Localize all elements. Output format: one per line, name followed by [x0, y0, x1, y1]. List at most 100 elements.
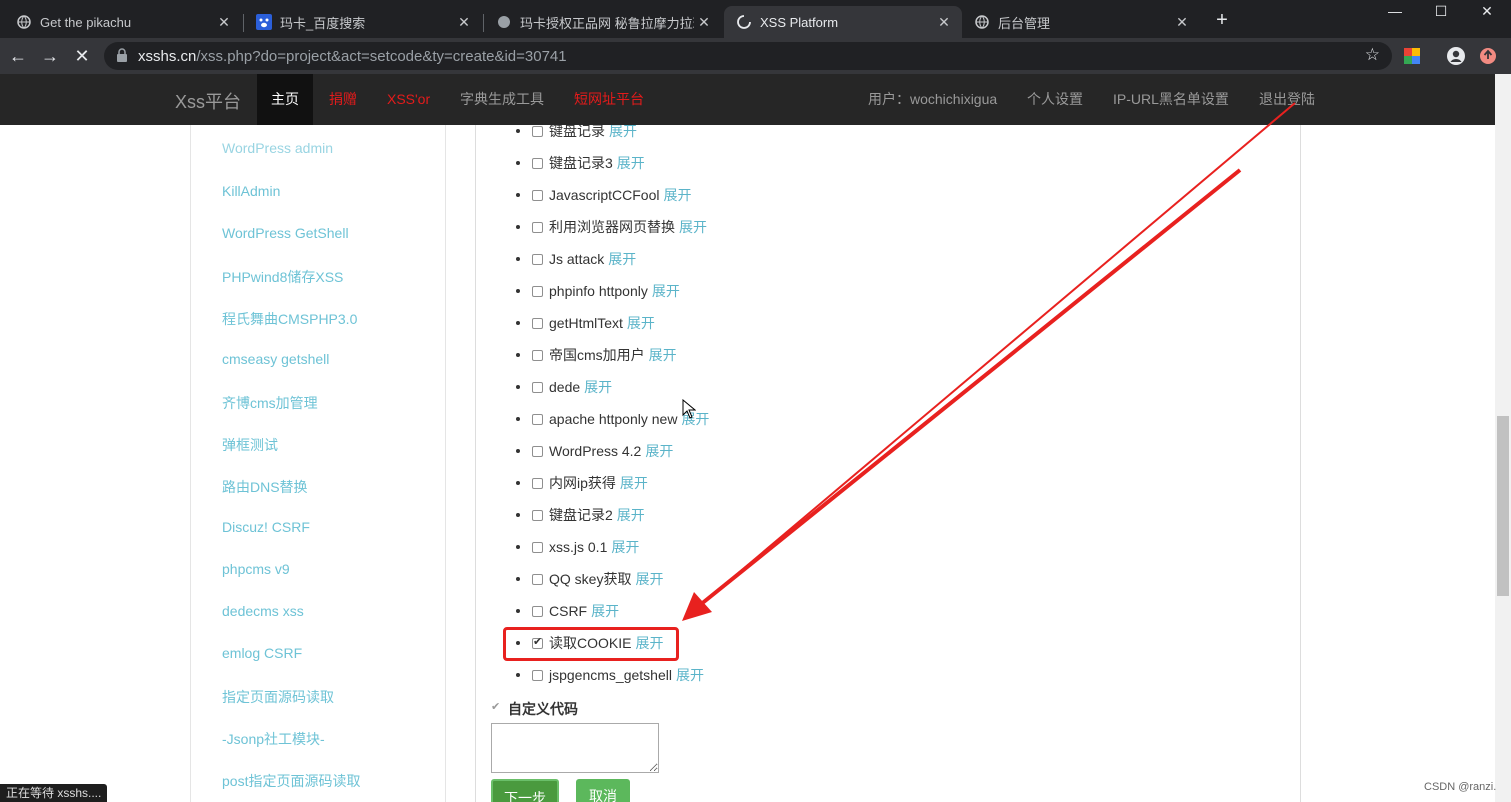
sidebar-link[interactable]: -Jsonp社工模块- — [222, 729, 325, 749]
module-checkbox[interactable] — [532, 573, 543, 585]
expand-link[interactable]: 展开 — [591, 601, 619, 621]
module-checkbox[interactable] — [532, 509, 543, 521]
page-scrollbar[interactable] — [1495, 74, 1511, 802]
module-checkbox[interactable] — [532, 253, 543, 265]
sidebar-link[interactable]: WordPress admin — [222, 140, 333, 156]
module-checkbox[interactable] — [532, 669, 543, 681]
expand-link[interactable]: 展开 — [611, 537, 639, 557]
nav-short-url[interactable]: 短网址平台 — [574, 74, 644, 125]
expand-link[interactable]: 展开 — [627, 313, 655, 333]
sidebar-link[interactable]: 路由DNS替换 — [222, 477, 308, 497]
custom-code-textarea[interactable] — [491, 723, 659, 773]
status-bar: 正在等待 xsshs.... — [0, 784, 108, 802]
module-checkbox[interactable] — [532, 221, 543, 233]
expand-link[interactable]: 展开 — [617, 153, 645, 173]
url-text[interactable]: xsshs.cn/xss.php?do=project&act=setcode&… — [138, 48, 567, 65]
close-tab-icon[interactable]: ✕ — [214, 14, 234, 31]
expand-link[interactable]: 展开 — [635, 569, 663, 589]
expand-link[interactable]: 展开 — [608, 249, 636, 269]
sidebar-link[interactable]: 程氏舞曲CMSPHP3.0 — [222, 309, 357, 329]
module-checkbox[interactable] — [532, 381, 543, 393]
sidebar-link[interactable]: PHPwind8储存XSS — [222, 267, 343, 287]
module-checkbox[interactable] — [532, 605, 543, 617]
module-label: phpinfo httponly — [549, 283, 648, 299]
expand-link[interactable]: 展开 — [676, 665, 704, 685]
sidebar-link[interactable]: 齐博cms加管理 — [222, 393, 318, 413]
nav-logout[interactable]: 退出登陆 — [1259, 74, 1315, 125]
nav-dict-tool[interactable]: 字典生成工具 — [460, 74, 544, 125]
sidebar-link[interactable]: Discuz! CSRF — [222, 519, 310, 535]
module-label: 键盘记录3 — [549, 155, 613, 171]
sidebar-link[interactable]: WordPress GetShell — [222, 225, 349, 241]
expand-link[interactable]: 展开 — [679, 217, 707, 237]
forward-arrow-icon[interactable]: → — [38, 44, 62, 68]
module-checkbox[interactable] — [532, 349, 543, 361]
expand-link[interactable]: 展开 — [617, 505, 645, 525]
lock-icon[interactable] — [116, 48, 128, 68]
watermark: CSDN @ranzi. — [1424, 781, 1497, 793]
stop-loading-icon[interactable]: ✕ — [70, 44, 94, 68]
module-checkbox[interactable] — [532, 317, 543, 329]
bullet — [516, 289, 520, 293]
tab-pikachu[interactable]: Get the pikachu ✕ — [4, 6, 242, 38]
module-checkbox[interactable] — [532, 125, 543, 137]
expand-link[interactable]: 展开 — [652, 281, 680, 301]
module-label: Js attack — [549, 251, 605, 267]
module-checkbox[interactable] — [532, 541, 543, 553]
new-tab-button[interactable]: + — [1212, 8, 1232, 32]
nav-home[interactable]: 主页 — [257, 74, 313, 125]
close-window-icon[interactable]: ✕ — [1464, 0, 1510, 22]
expand-link[interactable]: 展开 — [620, 473, 648, 493]
nav-xssor[interactable]: XSS'or — [387, 74, 430, 125]
module-sidebar: WordPress admin KillAdmin WordPress GetS… — [190, 125, 446, 802]
sidebar-link[interactable]: emlog CSRF — [222, 645, 302, 661]
nav-ip-url-blacklist[interactable]: IP-URL黑名单设置 — [1113, 74, 1229, 125]
tab-xss-platform[interactable]: XSS Platform ✕ — [724, 6, 962, 38]
bookmark-star-icon[interactable]: ☆ — [1365, 45, 1380, 65]
address-bar[interactable]: xsshs.cn/xss.php?do=project&act=setcode&… — [104, 42, 1392, 70]
expand-link[interactable]: 展开 — [584, 377, 612, 397]
module-label: 帝国cms加用户 — [549, 347, 645, 363]
tab-admin[interactable]: 后台管理 ✕ — [962, 6, 1200, 38]
sidebar-link[interactable]: post指定页面源码读取 — [222, 771, 360, 791]
module-checkbox[interactable] — [532, 477, 543, 489]
nav-donate[interactable]: 捐赠 — [329, 74, 357, 125]
close-tab-icon[interactable]: ✕ — [1172, 14, 1192, 31]
tab-baidu[interactable]: 玛卡_百度搜索 ✕ — [244, 6, 482, 38]
sidebar-link[interactable]: dedecms xss — [222, 603, 304, 619]
sidebar-link[interactable]: 弹框测试 — [222, 435, 278, 455]
module-label: dede — [549, 379, 581, 395]
module-checkbox[interactable] — [532, 189, 543, 201]
minimize-icon[interactable]: — — [1372, 0, 1418, 22]
expand-link[interactable]: 展开 — [663, 185, 691, 205]
close-tab-icon[interactable]: ✕ — [454, 14, 474, 31]
expand-link[interactable]: 展开 — [649, 345, 677, 365]
close-tab-icon[interactable]: ✕ — [694, 14, 714, 31]
tab-maca[interactable]: 玛卡授权正品网 秘鲁拉摩力拉玛 ✕ — [484, 6, 722, 38]
sidebar-link[interactable]: phpcms v9 — [222, 561, 290, 577]
sidebar-link[interactable]: KillAdmin — [222, 183, 280, 199]
module-label: 键盘记录 — [549, 125, 605, 139]
scrollbar-thumb[interactable] — [1497, 416, 1509, 596]
maximize-icon[interactable]: ☐ — [1418, 0, 1464, 22]
module-label: getHtmlText — [549, 315, 623, 331]
cancel-button[interactable]: 取消 — [576, 779, 630, 802]
sidebar-link[interactable]: cmseasy getshell — [222, 351, 329, 367]
module-checkbox[interactable] — [532, 445, 543, 457]
module-checkbox[interactable] — [532, 413, 543, 425]
expand-link[interactable]: 展开 — [609, 125, 637, 141]
expand-link[interactable]: 展开 — [645, 441, 673, 461]
module-checkbox[interactable] — [532, 285, 543, 297]
custom-code-checkbox[interactable] — [491, 700, 502, 715]
back-arrow-icon[interactable]: ← — [6, 44, 30, 68]
update-menu-icon[interactable] — [1478, 46, 1498, 66]
profile-avatar-icon[interactable] — [1446, 46, 1466, 66]
next-step-button[interactable]: 下一步 — [491, 779, 559, 802]
nav-personal-settings[interactable]: 个人设置 — [1027, 74, 1083, 125]
sidebar-link[interactable]: 指定页面源码读取 — [222, 687, 334, 707]
site-brand[interactable]: Xss平台 — [175, 88, 241, 114]
module-checkbox[interactable] — [532, 157, 543, 169]
close-tab-icon[interactable]: ✕ — [934, 14, 954, 31]
custom-code-option[interactable]: 自定义代码 — [491, 699, 578, 719]
extension-icon[interactable] — [1402, 46, 1422, 66]
